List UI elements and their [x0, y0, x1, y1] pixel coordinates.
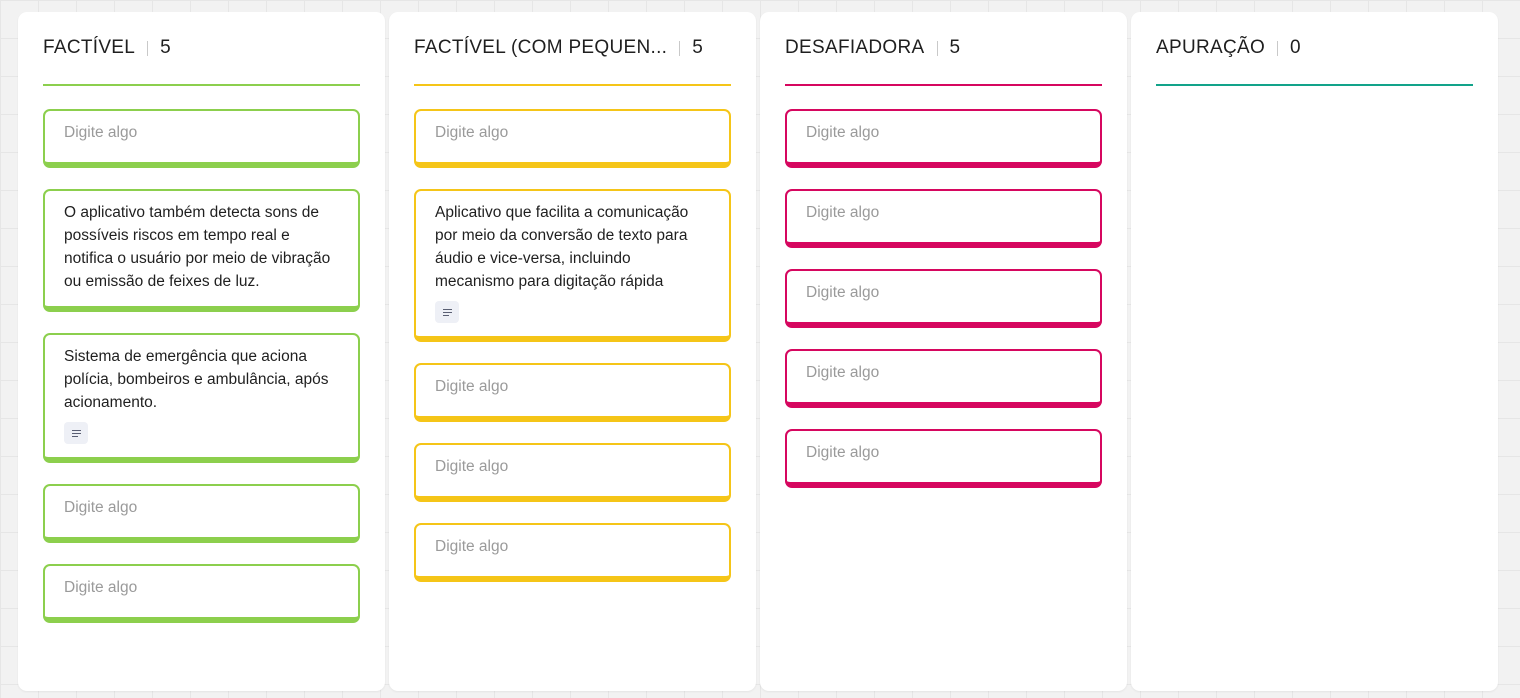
card[interactable]: Digite algo	[414, 363, 731, 422]
card[interactable]: Digite algo	[785, 429, 1102, 488]
column-factivel-com-pequenos: FACTÍVEL (COM PEQUEN... 5 Digite algo Apl…	[389, 12, 756, 691]
column-header[interactable]: APURAÇÃO 0	[1156, 36, 1473, 86]
card-placeholder: Digite algo	[806, 124, 880, 141]
column-title: FACTÍVEL	[43, 37, 136, 58]
column-count: 5	[692, 37, 703, 58]
card-placeholder: Digite algo	[435, 458, 509, 475]
card[interactable]: Digite algo	[414, 523, 731, 582]
column-factivel: FACTÍVEL 5 Digite algo O aplicativo també…	[18, 12, 385, 691]
card[interactable]: Digite algo	[414, 443, 731, 502]
column-count: 5	[949, 37, 961, 58]
column-desafiadora: DESAFIADORA 5 Digite algo Digite algo Digi…	[760, 12, 1127, 691]
column-header[interactable]: DESAFIADORA 5	[785, 36, 1102, 86]
card[interactable]: Digite algo	[785, 269, 1102, 328]
column-title: DESAFIADORA	[785, 37, 925, 58]
card-placeholder: Digite algo	[435, 378, 509, 395]
column-count: 5	[160, 37, 171, 58]
card[interactable]: O aplicativo também detecta sons de poss…	[43, 189, 360, 312]
card[interactable]: Digite algo	[43, 564, 360, 623]
column-header[interactable]: FACTÍVEL (COM PEQUEN... 5	[414, 36, 731, 86]
card-placeholder: Digite algo	[64, 499, 138, 516]
card[interactable]: Digite algo	[785, 349, 1102, 408]
card[interactable]: Aplicativo que facilita a comunicação po…	[414, 189, 731, 342]
card-placeholder: Digite algo	[435, 124, 509, 141]
card-text: O aplicativo também detecta sons de poss…	[64, 204, 331, 290]
header-divider	[147, 41, 149, 56]
header-divider	[679, 41, 681, 56]
card-list: Digite algo O aplicativo também detecta s…	[43, 109, 360, 644]
card-list: Digite algo Aplicativo que facilita a com…	[414, 109, 731, 603]
card[interactable]: Digite algo	[43, 109, 360, 168]
card-placeholder: Digite algo	[806, 284, 880, 301]
header-divider	[936, 41, 938, 56]
card-placeholder: Digite algo	[806, 204, 880, 221]
card-placeholder: Digite algo	[806, 444, 880, 461]
column-header[interactable]: FACTÍVEL 5	[43, 36, 360, 86]
note-lines-icon[interactable]	[435, 301, 459, 323]
card-list: Digite algo Digite algo Digite algo Digite …	[785, 109, 1102, 509]
card-placeholder: Digite algo	[806, 364, 880, 381]
card[interactable]: Digite algo	[785, 189, 1102, 248]
column-apuracao: APURAÇÃO 0	[1131, 12, 1498, 691]
card-placeholder: Digite algo	[435, 538, 509, 555]
card[interactable]: Digite algo	[414, 109, 731, 168]
card[interactable]: Sistema de emergência que aciona polícia…	[43, 333, 360, 463]
card-placeholder: Digite algo	[64, 579, 138, 596]
header-divider	[1277, 41, 1279, 56]
column-count: 0	[1290, 37, 1301, 58]
card-text: Sistema de emergência que aciona polícia…	[64, 348, 329, 411]
column-title: APURAÇÃO	[1156, 37, 1266, 58]
note-lines-icon[interactable]	[64, 422, 88, 444]
card[interactable]: Digite algo	[785, 109, 1102, 168]
card-placeholder: Digite algo	[64, 124, 138, 141]
card[interactable]: Digite algo	[43, 484, 360, 543]
column-title: FACTÍVEL (COM PEQUEN...	[414, 37, 668, 58]
card-text: Aplicativo que facilita a comunicação po…	[435, 204, 689, 290]
